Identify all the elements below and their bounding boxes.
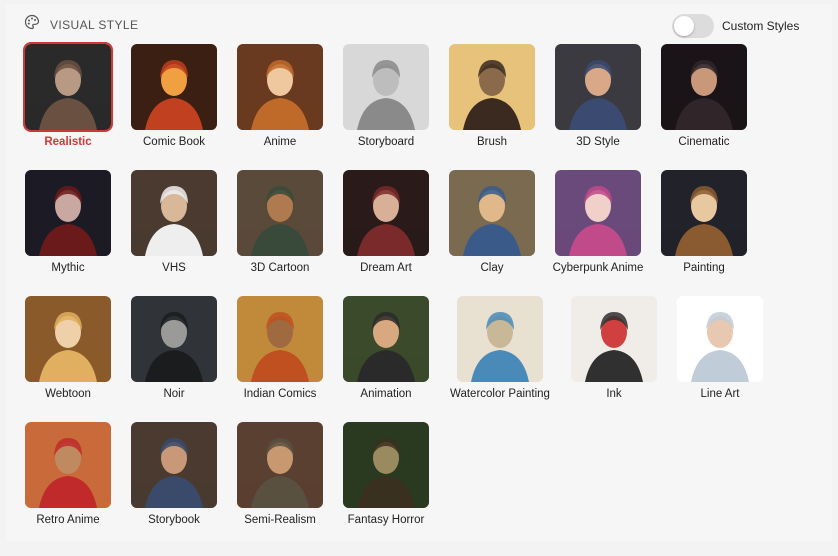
style-card-vhs[interactable]: VHS bbox=[124, 170, 224, 274]
style-label: Cyberpunk Anime bbox=[552, 262, 644, 274]
style-card-comic-book[interactable]: Comic Book bbox=[124, 44, 224, 148]
style-thumbnail[interactable] bbox=[25, 170, 111, 256]
style-label: Brush bbox=[476, 136, 508, 148]
style-label: Storybook bbox=[148, 514, 200, 526]
style-thumbnail[interactable] bbox=[449, 170, 535, 256]
style-card-brush[interactable]: Brush bbox=[442, 44, 542, 148]
style-thumbnail[interactable] bbox=[449, 44, 535, 130]
style-thumbnail[interactable] bbox=[677, 296, 763, 382]
style-label: Noir bbox=[163, 388, 185, 400]
style-label: Comic Book bbox=[143, 136, 205, 148]
style-card-clay[interactable]: Clay bbox=[442, 170, 542, 274]
section-title: VISUAL STYLE bbox=[50, 17, 139, 32]
style-label: Mythic bbox=[51, 262, 85, 274]
style-thumbnail[interactable] bbox=[343, 296, 429, 382]
style-thumbnail[interactable] bbox=[555, 170, 641, 256]
style-label: Retro Anime bbox=[36, 514, 100, 526]
style-card-line-art[interactable]: Line Art bbox=[670, 296, 770, 400]
style-thumbnail[interactable] bbox=[237, 170, 323, 256]
style-thumbnail[interactable] bbox=[131, 296, 217, 382]
style-thumbnail[interactable] bbox=[571, 296, 657, 382]
style-label: Line Art bbox=[700, 388, 740, 400]
style-thumbnail[interactable] bbox=[23, 42, 113, 132]
custom-styles-label: Custom Styles bbox=[722, 19, 800, 33]
style-card-mythic[interactable]: Mythic bbox=[18, 170, 118, 274]
style-thumbnail[interactable] bbox=[237, 422, 323, 508]
style-label: Ink bbox=[606, 388, 622, 400]
style-label: Realistic bbox=[44, 136, 92, 148]
custom-styles-toggle[interactable] bbox=[672, 14, 714, 38]
style-thumbnail[interactable] bbox=[457, 296, 543, 382]
style-label: Storyboard bbox=[357, 136, 415, 148]
custom-styles-control: Custom Styles bbox=[672, 14, 799, 38]
style-label: Semi-Realism bbox=[244, 514, 316, 526]
style-label: 3D Cartoon bbox=[250, 262, 310, 274]
style-label: Clay bbox=[480, 262, 504, 274]
style-card-dream-art[interactable]: Dream Art bbox=[336, 170, 436, 274]
style-card-animation[interactable]: Animation bbox=[336, 296, 436, 400]
style-card-realistic[interactable]: Realistic bbox=[18, 42, 118, 148]
style-thumbnail[interactable] bbox=[661, 44, 747, 130]
palette-icon bbox=[24, 14, 40, 35]
style-card-storybook[interactable]: Storybook bbox=[124, 422, 224, 526]
style-label: Cinematic bbox=[678, 136, 730, 148]
style-label: Animation bbox=[360, 388, 412, 400]
style-thumbnail[interactable] bbox=[555, 44, 641, 130]
style-card-semi-realism[interactable]: Semi-Realism bbox=[230, 422, 330, 526]
style-thumbnail[interactable] bbox=[237, 296, 323, 382]
style-label: Anime bbox=[263, 136, 297, 148]
style-thumbnail[interactable] bbox=[131, 44, 217, 130]
style-card-3d-cartoon[interactable]: 3D Cartoon bbox=[230, 170, 330, 274]
style-thumbnail[interactable] bbox=[343, 422, 429, 508]
style-label: Fantasy Horror bbox=[347, 514, 425, 526]
toggle-knob bbox=[674, 16, 694, 36]
style-label: Painting bbox=[683, 262, 725, 274]
style-card-webtoon[interactable]: Webtoon bbox=[18, 296, 118, 400]
style-card-retro-anime[interactable]: Retro Anime bbox=[18, 422, 118, 526]
style-thumbnail[interactable] bbox=[25, 422, 111, 508]
style-thumbnail[interactable] bbox=[343, 170, 429, 256]
style-card-3d-style[interactable]: 3D Style bbox=[548, 44, 648, 148]
style-card-noir[interactable]: Noir bbox=[124, 296, 224, 400]
style-card-fantasy-horror[interactable]: Fantasy Horror bbox=[336, 422, 436, 526]
style-thumbnail[interactable] bbox=[131, 170, 217, 256]
style-card-storyboard[interactable]: Storyboard bbox=[336, 44, 436, 148]
style-card-painting[interactable]: Painting bbox=[654, 170, 754, 274]
style-label: Indian Comics bbox=[243, 388, 317, 400]
style-card-cinematic[interactable]: Cinematic bbox=[654, 44, 754, 148]
style-thumbnail[interactable] bbox=[25, 296, 111, 382]
style-thumbnail[interactable] bbox=[237, 44, 323, 130]
style-label: VHS bbox=[162, 262, 186, 274]
style-thumbnail[interactable] bbox=[131, 422, 217, 508]
style-thumbnail[interactable] bbox=[661, 170, 747, 256]
style-card-ink[interactable]: Ink bbox=[564, 296, 664, 400]
section-header: VISUAL STYLE bbox=[24, 14, 138, 35]
style-label: Dream Art bbox=[360, 262, 412, 274]
style-label: Watercolor Painting bbox=[450, 388, 550, 400]
style-thumbnail[interactable] bbox=[343, 44, 429, 130]
style-card-indian-comics[interactable]: Indian Comics bbox=[230, 296, 330, 400]
style-label: 3D Style bbox=[576, 136, 620, 148]
style-label: Webtoon bbox=[45, 388, 91, 400]
style-card-watercolor-painting[interactable]: Watercolor Painting bbox=[450, 296, 550, 400]
style-card-cyberpunk-anime[interactable]: Cyberpunk Anime bbox=[548, 170, 648, 274]
style-card-anime[interactable]: Anime bbox=[230, 44, 330, 148]
